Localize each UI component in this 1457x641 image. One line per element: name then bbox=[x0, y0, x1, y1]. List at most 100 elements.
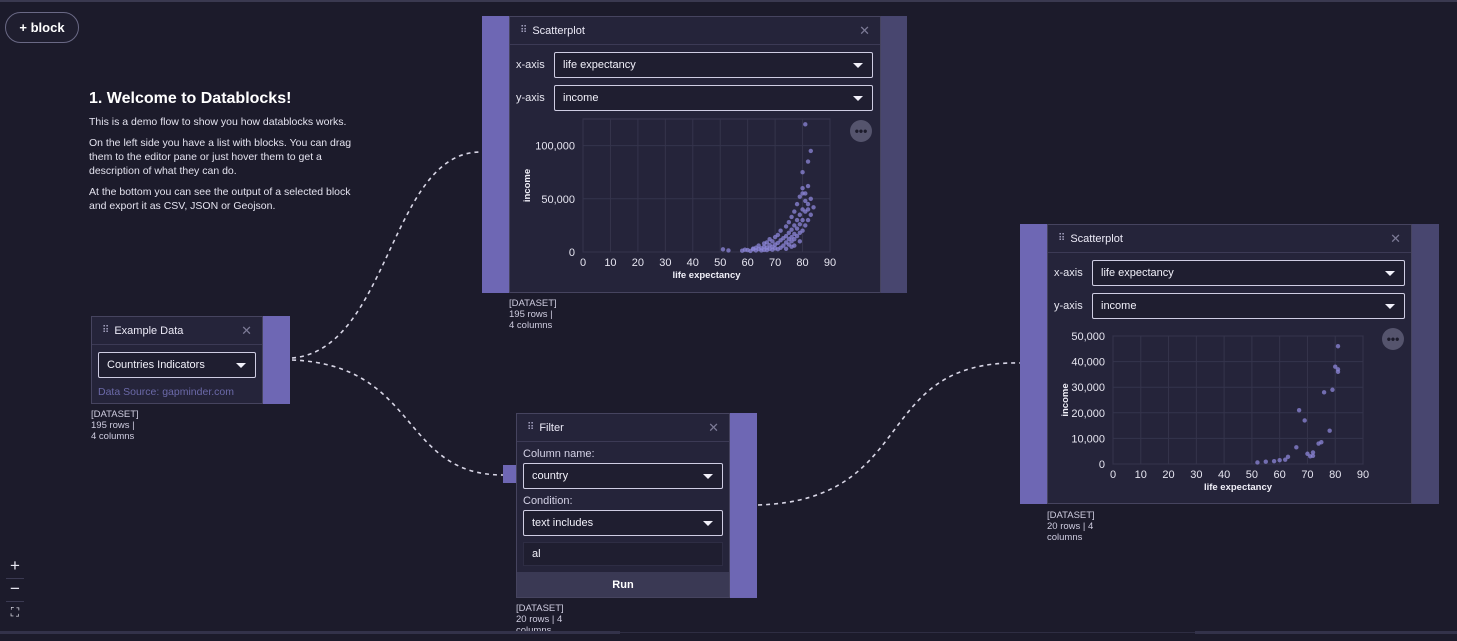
data-point bbox=[800, 217, 805, 223]
fit-view-icon[interactable]: ⛶ bbox=[4, 602, 26, 622]
data-point bbox=[800, 191, 805, 196]
data-point bbox=[775, 232, 781, 238]
y-axis-select[interactable]: income bbox=[1092, 293, 1405, 319]
data-point bbox=[778, 228, 783, 233]
column-name-select[interactable]: country bbox=[523, 463, 723, 489]
data-point bbox=[797, 222, 803, 227]
close-icon[interactable]: ✕ bbox=[1390, 231, 1401, 247]
y-tick-label: 40,000 bbox=[1071, 357, 1105, 369]
column-name-value: country bbox=[532, 470, 569, 482]
x-tick-label: 0 bbox=[1110, 469, 1116, 481]
data-point bbox=[1302, 418, 1307, 423]
y-tick-label: 10,000 bbox=[1071, 433, 1105, 445]
y-axis-select[interactable]: income bbox=[554, 85, 873, 111]
condition-select[interactable]: text includes bbox=[523, 510, 723, 536]
data-point bbox=[783, 224, 789, 229]
more-horizontal-icon[interactable]: ••• bbox=[1382, 328, 1404, 350]
more-horizontal-icon[interactable]: ••• bbox=[850, 120, 872, 142]
plus-icon[interactable]: + bbox=[4, 556, 26, 576]
x-tick-label: 90 bbox=[1357, 469, 1369, 481]
data-point bbox=[808, 196, 813, 201]
dataset-select-value: Countries Indicators bbox=[107, 359, 205, 371]
chevron-down-icon bbox=[236, 363, 246, 368]
x-tick-label: 50 bbox=[714, 257, 726, 269]
chevron-down-icon bbox=[703, 521, 713, 526]
filter-header[interactable]: ⠿ Filter ✕ bbox=[517, 414, 729, 442]
plot-area bbox=[582, 118, 831, 253]
filter-text-input[interactable]: al bbox=[523, 542, 723, 566]
drag-grip-icon[interactable]: ⠿ bbox=[102, 325, 109, 336]
minus-icon[interactable]: − bbox=[4, 579, 26, 599]
drag-grip-icon[interactable]: ⠿ bbox=[1058, 233, 1065, 244]
x-tick-label: 60 bbox=[742, 257, 754, 269]
y-axis-select-value: income bbox=[563, 92, 599, 104]
y-tick-label: 50,000 bbox=[541, 194, 575, 206]
x-axis-select[interactable]: life expectancy bbox=[1092, 260, 1405, 286]
scatterplot-chart-2: 0 10 20 30 40 50 60 70 80 90 0 10,000 20,000 30,000 40… bbox=[1060, 331, 1369, 493]
close-icon[interactable]: ✕ bbox=[859, 23, 870, 39]
x-tick-label: 40 bbox=[1218, 469, 1230, 481]
chevron-down-icon bbox=[703, 474, 713, 479]
data-point bbox=[803, 223, 808, 228]
data-point bbox=[786, 220, 792, 225]
output-port[interactable] bbox=[881, 16, 907, 293]
scatterplot-header[interactable]: ⠿ Scatterplot ✕ bbox=[510, 17, 880, 45]
chevron-down-icon bbox=[853, 63, 863, 68]
column-name-label: Column name: bbox=[523, 448, 595, 460]
data-point bbox=[792, 209, 797, 214]
y-tick-label: 100,000 bbox=[535, 141, 575, 153]
data-point bbox=[800, 170, 805, 175]
scatterplot-body: ⠿ Scatterplot ✕ x-axis life expectancy y… bbox=[509, 16, 881, 293]
chevron-down-icon bbox=[1385, 271, 1395, 276]
y-axis-title: income bbox=[522, 169, 533, 202]
x-axis-select[interactable]: life expectancy bbox=[554, 52, 873, 78]
data-point bbox=[805, 201, 811, 207]
input-port[interactable] bbox=[503, 465, 517, 483]
output-port[interactable] bbox=[730, 413, 757, 598]
x-tick-label: 50 bbox=[1246, 469, 1258, 481]
input-port[interactable] bbox=[1020, 224, 1047, 504]
drag-grip-icon[interactable]: ⠿ bbox=[520, 25, 527, 36]
data-point bbox=[1294, 445, 1299, 450]
example-data-body: ⠿ Example Data ✕ Countries Indicators Da… bbox=[91, 316, 263, 404]
output-port[interactable] bbox=[263, 316, 290, 404]
data-point bbox=[1319, 440, 1324, 445]
close-icon[interactable]: ✕ bbox=[241, 323, 252, 339]
x-axis-select-value: life expectancy bbox=[1101, 267, 1174, 279]
wire-data-to-filter bbox=[291, 359, 504, 476]
data-point bbox=[720, 247, 726, 252]
data-point bbox=[805, 217, 811, 223]
dataset-select[interactable]: Countries Indicators bbox=[98, 352, 256, 378]
data-point bbox=[1335, 369, 1341, 375]
block-title: Scatterplot bbox=[1070, 232, 1123, 245]
input-port[interactable] bbox=[482, 16, 509, 293]
x-axis-label: x-axis bbox=[1054, 267, 1083, 279]
y-tick-label: 0 bbox=[1099, 459, 1105, 471]
x-tick-label: 80 bbox=[796, 257, 808, 269]
block-title: Scatterplot bbox=[532, 24, 585, 37]
wire-data-to-scatter1 bbox=[291, 151, 483, 359]
data-source-link[interactable]: Data Source: gapminder.com bbox=[98, 386, 256, 398]
drag-grip-icon[interactable]: ⠿ bbox=[527, 422, 534, 433]
filter-body: ⠿ Filter ✕ Column name: country Conditio… bbox=[516, 413, 730, 598]
dataset-info: [DATASET] 195 rows | 4 columns bbox=[91, 409, 139, 442]
x-axis-select-value: life expectancy bbox=[563, 59, 636, 71]
scatterplot-header[interactable]: ⠿ Scatterplot ✕ bbox=[1048, 225, 1411, 253]
y-axis-title: income bbox=[1060, 383, 1071, 416]
x-tick-label: 10 bbox=[604, 257, 616, 269]
output-port[interactable] bbox=[1412, 224, 1439, 504]
data-point bbox=[1255, 460, 1260, 465]
x-axis-label: x-axis bbox=[516, 59, 545, 71]
example-data-header[interactable]: ⠿ Example Data ✕ bbox=[92, 317, 262, 345]
filter-text-value: al bbox=[532, 548, 541, 560]
scatterplot-body: ⠿ Scatterplot ✕ x-axis life expectancy y… bbox=[1047, 224, 1412, 504]
x-axis-title: life expectancy bbox=[672, 270, 741, 281]
data-point bbox=[805, 183, 811, 189]
close-icon[interactable]: ✕ bbox=[708, 420, 719, 436]
x-tick-label: 70 bbox=[1301, 469, 1313, 481]
data-point bbox=[800, 185, 805, 191]
x-tick-label: 70 bbox=[769, 257, 781, 269]
run-button[interactable]: Run bbox=[517, 572, 729, 597]
data-point bbox=[792, 243, 797, 248]
y-axis-label: y-axis bbox=[516, 92, 545, 104]
